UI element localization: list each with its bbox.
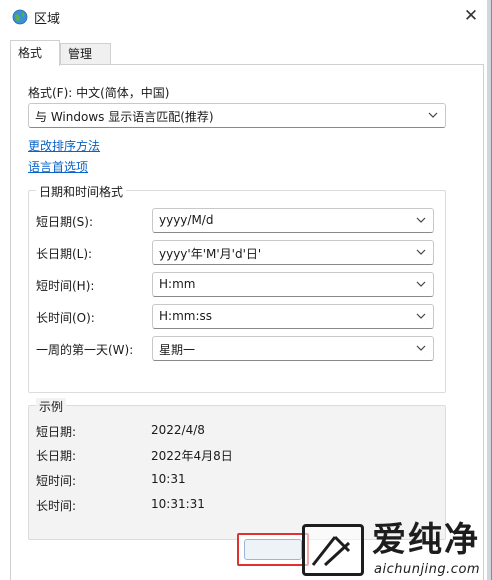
chevron-down-icon — [416, 345, 426, 351]
window-edge — [487, 0, 491, 580]
long-time-value: H:mm:ss — [159, 309, 212, 323]
first-day-value: 星期一 — [159, 343, 196, 357]
short-date-value: yyyy/M/d — [159, 213, 214, 227]
ok-button[interactable] — [244, 539, 302, 560]
watermark-logo: 爱纯净 aichunjing.com — [302, 520, 492, 580]
short-time-label: 短时间(H): — [36, 279, 95, 293]
example-long-time-value: 10:31:31 — [151, 497, 205, 511]
short-time-select[interactable]: H:mm — [152, 272, 434, 297]
example-long-date-label: 长日期: — [36, 449, 77, 463]
example-group-title: 示例 — [36, 398, 67, 415]
long-date-value: yyyy'年'M'月'd'日' — [159, 247, 262, 261]
tab-manage[interactable]: 管理 — [60, 43, 111, 65]
first-day-label: 一周的第一天(W): — [36, 343, 134, 357]
globe-icon — [12, 9, 28, 25]
long-time-select[interactable]: H:mm:ss — [152, 304, 434, 329]
window-title: 区域 — [34, 12, 61, 27]
short-date-select[interactable]: yyyy/M/d — [152, 208, 434, 233]
chevron-down-icon — [416, 313, 426, 319]
title-bar: 区域 ✕ — [0, 0, 488, 34]
chevron-down-icon — [416, 281, 426, 287]
language-preferences-link[interactable]: 语言首选项 — [28, 158, 88, 175]
watermark-mark-icon — [311, 535, 351, 567]
watermark-text-en: aichunjing.com — [374, 562, 481, 577]
example-short-time-value: 10:31 — [151, 472, 186, 486]
format-select[interactable]: 与 Windows 显示语言匹配(推荐) — [28, 103, 446, 128]
chevron-down-icon — [416, 249, 426, 255]
long-date-label: 长日期(L): — [36, 247, 93, 261]
tab-format[interactable]: 格式 — [10, 40, 60, 66]
example-long-time-label: 长时间: — [36, 499, 77, 513]
region-dialog: 区域 ✕ 格式 管理 格式(F): 中文(简体，中国) 与 Windows 显示… — [0, 0, 492, 580]
chevron-down-icon — [416, 217, 426, 223]
datetime-group-title: 日期和时间格式 — [36, 183, 127, 200]
first-day-select[interactable]: 星期一 — [152, 336, 434, 361]
close-icon: ✕ — [463, 6, 479, 26]
example-short-time-label: 短时间: — [36, 474, 77, 488]
long-date-select[interactable]: yyyy'年'M'月'd'日' — [152, 240, 434, 265]
watermark-box — [302, 524, 364, 576]
close-button[interactable]: ✕ — [456, 2, 486, 30]
long-time-label: 长时间(O): — [36, 311, 95, 325]
short-date-label: 短日期(S): — [36, 215, 94, 229]
short-time-value: H:mm — [159, 277, 196, 291]
example-long-date-value: 2022年4月8日 — [151, 449, 233, 463]
ok-button-highlighted[interactable] — [237, 533, 309, 566]
example-short-date-value: 2022/4/8 — [151, 423, 205, 437]
chevron-down-icon — [428, 112, 438, 118]
example-short-date-label: 短日期: — [36, 425, 77, 439]
format-label: 格式(F): 中文(简体，中国) — [28, 86, 170, 100]
format-panel: 格式(F): 中文(简体，中国) 与 Windows 显示语言匹配(推荐) 更改… — [10, 64, 484, 580]
change-sort-link[interactable]: 更改排序方法 — [28, 137, 100, 154]
watermark-text-cn: 爱纯净 — [372, 520, 480, 560]
datetime-format-group: 日期和时间格式 短日期(S): yyyy/M/d 长日期(L): yyyy'年'… — [28, 183, 446, 393]
format-select-value: 与 Windows 显示语言匹配(推荐) — [35, 110, 214, 124]
